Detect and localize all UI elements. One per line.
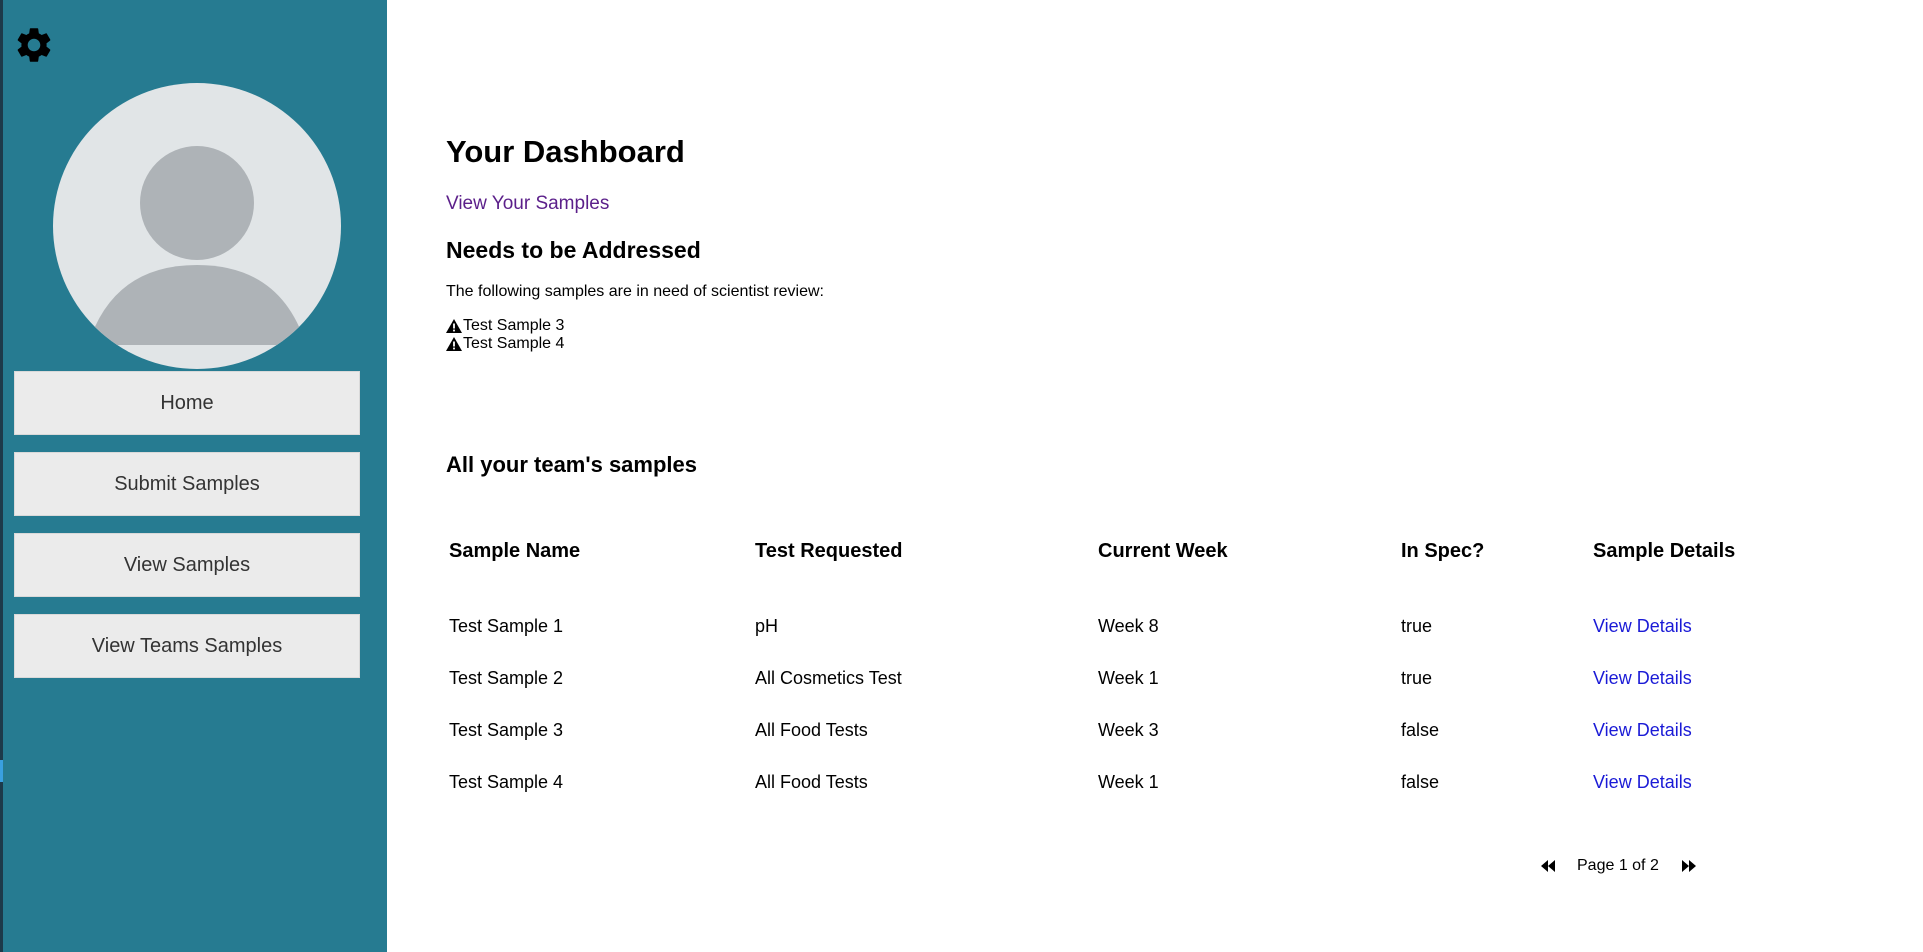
flagged-sample-item: Test Sample 3 (446, 317, 564, 335)
double-chevron-right-icon[interactable] (1681, 859, 1697, 873)
avatar (53, 83, 341, 369)
nav-submit-samples-button[interactable]: Submit Samples (14, 452, 360, 516)
flagged-sample-name: Test Sample 4 (463, 335, 565, 352)
flagged-samples-list: Test Sample 3 Test Sample 4 (446, 317, 564, 353)
view-your-samples-link[interactable]: View Your Samples (446, 193, 609, 215)
cell-in-spec: true (1401, 668, 1433, 688)
nav-view-samples-button[interactable]: View Samples (14, 533, 360, 597)
gear-icon[interactable] (13, 24, 55, 66)
nav-home-button[interactable]: Home (14, 371, 360, 435)
double-chevron-left-icon[interactable] (1540, 859, 1556, 873)
flagged-sample-item: Test Sample 4 (446, 335, 564, 353)
column-header-current-week: Current Week (1098, 540, 1228, 562)
cell-current-week: Week 1 (1098, 668, 1159, 688)
table-row: Test Sample 1 pH Week 8 true View Detail… (446, 616, 1796, 668)
cell-in-spec: true (1401, 616, 1433, 636)
cell-current-week: Week 3 (1098, 720, 1159, 740)
column-header-in-spec: In Spec? (1401, 540, 1485, 562)
cell-sample-name: Test Sample 4 (449, 772, 564, 792)
column-header-sample-name: Sample Name (449, 540, 581, 562)
warning-icon (446, 337, 462, 351)
column-header-sample-details: Sample Details (1593, 540, 1736, 562)
warning-icon (446, 319, 462, 333)
cell-test-requested: All Food Tests (755, 772, 868, 792)
sidebar: Home Submit Samples View Samples View Te… (0, 0, 387, 952)
sidebar-edge-accent (0, 760, 3, 782)
needs-addressed-description: The following samples are in need of sci… (446, 283, 824, 300)
cell-sample-name: Test Sample 3 (449, 720, 564, 740)
cell-test-requested: pH (755, 616, 779, 636)
table-row: Test Sample 2 All Cosmetics Test Week 1 … (446, 668, 1796, 720)
view-details-link[interactable]: View Details (1593, 720, 1692, 741)
page-indicator: Page 1 of 2 (1577, 857, 1659, 874)
team-samples-heading: All your team's samples (446, 452, 698, 477)
cell-sample-name: Test Sample 2 (449, 668, 564, 688)
pagination: Page 1 of 2 (1540, 857, 1697, 875)
cell-in-spec: false (1401, 720, 1440, 740)
cell-current-week: Week 1 (1098, 772, 1159, 792)
cell-test-requested: All Food Tests (755, 720, 868, 740)
page-title: Your Dashboard (446, 134, 685, 169)
main-content: Your Dashboard View Your Samples Needs t… (446, 0, 1923, 952)
table-header-row: Sample Name Test Requested Current Week … (446, 536, 1796, 594)
table-row: Test Sample 3 All Food Tests Week 3 fals… (446, 720, 1796, 772)
table-row: Test Sample 4 All Food Tests Week 1 fals… (446, 772, 1796, 824)
column-header-test-requested: Test Requested (755, 540, 903, 562)
cell-test-requested: All Cosmetics Test (755, 668, 902, 688)
nav-view-teams-samples-button[interactable]: View Teams Samples (14, 614, 360, 678)
samples-table: Sample Name Test Requested Current Week … (446, 536, 1796, 824)
view-details-link[interactable]: View Details (1593, 772, 1692, 793)
view-details-link[interactable]: View Details (1593, 668, 1692, 689)
cell-in-spec: false (1401, 772, 1440, 792)
view-details-link[interactable]: View Details (1593, 616, 1692, 637)
cell-current-week: Week 8 (1098, 616, 1159, 636)
cell-sample-name: Test Sample 1 (449, 616, 564, 636)
needs-addressed-heading: Needs to be Addressed (446, 237, 701, 263)
flagged-sample-name: Test Sample 3 (463, 317, 565, 334)
